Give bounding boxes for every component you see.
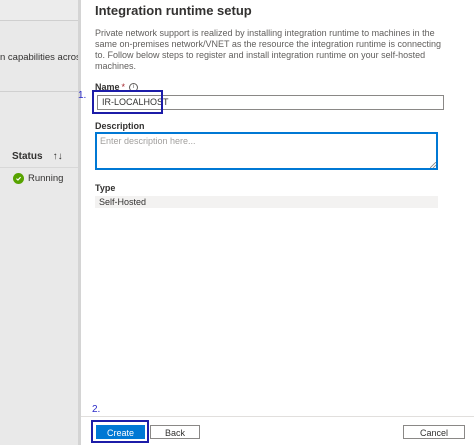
status-cell: Running: [13, 173, 63, 184]
background-divider: [0, 91, 78, 92]
cancel-button[interactable]: Cancel: [403, 425, 465, 439]
screen-root: n capabilities across di Status ↑↓ Runni…: [0, 0, 474, 445]
background-row-divider: [0, 167, 78, 168]
type-value: Self-Hosted: [95, 196, 438, 208]
resize-grip-icon[interactable]: [430, 162, 436, 168]
integration-runtime-panel: Integration runtime setup Private networ…: [78, 0, 474, 445]
description-label: Description: [95, 121, 145, 131]
status-value: Running: [28, 173, 64, 184]
background-caption: n capabilities across di: [0, 52, 80, 63]
description-placeholder: Enter description here...: [100, 136, 196, 146]
step-2-annotation: 2.: [92, 404, 101, 415]
back-button[interactable]: Back: [150, 425, 200, 439]
background-page: n capabilities across di Status ↑↓ Runni…: [0, 0, 80, 445]
background-header-box: [0, 0, 78, 21]
step-1-annotation: 1.: [78, 90, 87, 101]
status-column-header[interactable]: Status ↑↓: [12, 151, 63, 162]
type-label: Type: [95, 183, 116, 193]
check-circle-icon: [13, 173, 24, 184]
status-header-label: Status: [12, 151, 43, 162]
description-textarea[interactable]: Enter description here...: [95, 132, 438, 170]
panel-description: Private network support is realized by i…: [95, 28, 441, 71]
sort-icon[interactable]: ↑↓: [53, 151, 63, 162]
create-highlight-box: [91, 420, 149, 443]
name-highlight-box: [92, 90, 163, 114]
panel-title: Integration runtime setup: [95, 3, 252, 18]
footer-divider: [81, 416, 474, 417]
